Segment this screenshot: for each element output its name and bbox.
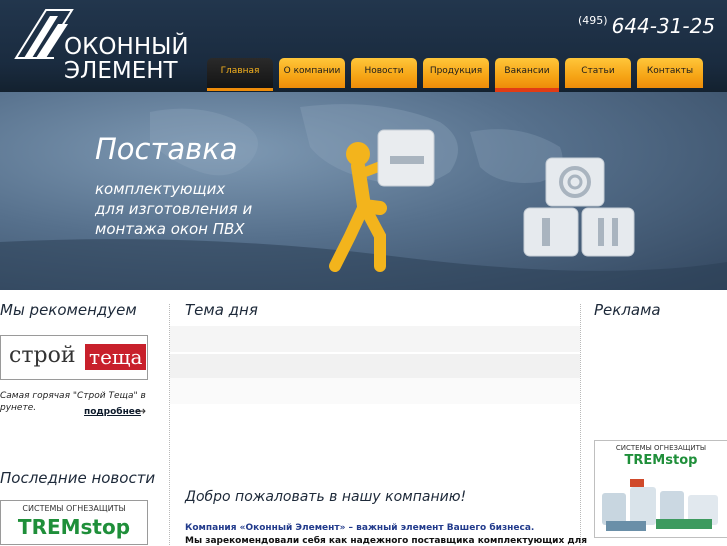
recommend-title: Мы рекомендуем — [0, 301, 137, 319]
banner-title: Поставка — [95, 132, 238, 166]
nav-item-home[interactable]: Главная — [207, 58, 273, 91]
hero-banner: Поставка комплектующих для изготовления … — [0, 92, 727, 290]
nav-item-news[interactable]: Новости — [351, 58, 417, 88]
topic-of-day-title: Тема дня — [185, 301, 258, 319]
welcome-heading: Добро пожаловать в нашу компанию! — [185, 489, 467, 505]
ad-brand: TREMstop — [624, 453, 698, 468]
banner-subtitle-line3: монтажа окон ПВХ — [95, 220, 245, 238]
topic-stripe-2 — [170, 354, 580, 380]
arrow-right-icon[interactable]: → — [136, 404, 146, 418]
nav-item-products[interactable]: Продукция — [423, 58, 489, 88]
ad-caption: СИСТЕМЫ ОГНЕЗАЩИТЫ — [615, 444, 707, 452]
nav-item-contacts[interactable]: Контакты — [637, 58, 703, 88]
more-link[interactable]: подробнее — [84, 407, 141, 417]
site-logo[interactable]: ОКОННЫЙ ЭЛЕМЕНТ — [14, 8, 189, 84]
phone-digits: 644-31-25 — [611, 14, 716, 38]
tremstop-ad-banner[interactable]: СИСТЕМЫ ОГНЕЗАЩИТЫ TREMstop — [594, 440, 727, 538]
nav-item-articles[interactable]: Статьи — [565, 58, 631, 88]
tremstop-brand: TREMstop — [17, 515, 131, 539]
banner-subtitle-line2: для изготовления и — [95, 200, 253, 218]
site-header: ОКОННЫЙ ЭЛЕМЕНТ (495) 644-31-25 Главная О… — [0, 0, 727, 92]
banner-subtitle-line1: комплектующих — [95, 180, 226, 198]
figure-carrying-box-icon — [329, 129, 435, 272]
stroy-tescha-logo-part1: строй — [9, 343, 76, 368]
product-cubes-icon — [523, 157, 635, 257]
stroy-tescha-logo-part2: теща — [85, 344, 147, 370]
phone-number: (495) 644-31-25 — [578, 14, 715, 38]
tremstop-news-banner[interactable]: СИСТЕМЫ ОГНЕЗАЩИТЫ TREMstop — [0, 500, 148, 545]
logo-text-line1: ОКОННЫЙ — [64, 34, 189, 60]
logo-text-line2: ЭЛЕМЕНТ — [64, 58, 178, 84]
ad-title: Реклама — [594, 301, 661, 319]
topic-stripe-3 — [170, 378, 580, 404]
nav-item-about[interactable]: О компании — [279, 58, 345, 88]
stroy-tescha-banner[interactable]: строй теща — [0, 335, 148, 380]
product-buckets-icon — [602, 479, 718, 531]
topic-stripe-1 — [170, 326, 580, 352]
intro-paragraph-1: Компания «Оконный Элемент» – важный элем… — [185, 523, 535, 533]
nav-item-vacancies[interactable]: Вакансии — [495, 58, 559, 92]
latest-news-title: Последние новости — [0, 469, 156, 487]
recommend-description-line2: рунете. — [0, 403, 37, 413]
column-divider-right — [580, 304, 581, 545]
tremstop-caption: СИСТЕМЫ ОГНЕЗАЩИТЫ — [22, 504, 126, 513]
phone-code: (495) — [578, 14, 608, 27]
